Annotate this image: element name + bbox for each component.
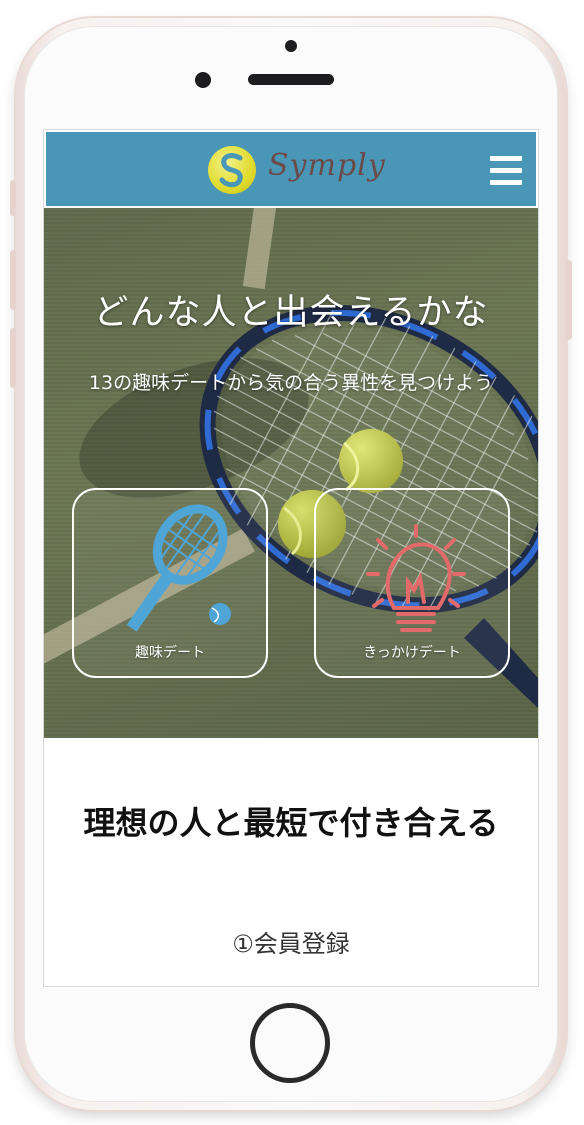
site-header: Symply — [44, 130, 538, 208]
hero-subtitle: 13の趣味デートから気の合う異性を見つけよう — [88, 372, 494, 394]
hobby-date-label: 趣味デート — [135, 645, 205, 661]
volume-up-button — [10, 250, 16, 310]
mute-switch — [10, 180, 16, 216]
hamburger-menu-icon[interactable] — [490, 156, 522, 186]
logo-mark-icon[interactable] — [208, 146, 256, 194]
volume-down-button — [10, 328, 16, 388]
earpiece-speaker — [248, 74, 334, 85]
phone-screen: Symply どんな人と出会えるかな 13の趣味デートから気の合う異性を見つけよ… — [44, 130, 538, 986]
section-title: 理想の人と最短で付き合える — [83, 804, 499, 842]
home-button[interactable] — [250, 1003, 330, 1083]
hobby-date-card[interactable]: 趣味デート — [72, 488, 268, 678]
trigger-date-card[interactable]: きっかけデート — [314, 488, 510, 678]
step-register: ①会員登録 — [232, 930, 350, 958]
trigger-date-label: きっかけデート — [363, 645, 461, 661]
hero-section: どんな人と出会えるかな 13の趣味デートから気の合う異性を見つけよう 趣味デート… — [44, 208, 538, 738]
front-camera — [195, 72, 211, 88]
power-button — [566, 260, 572, 340]
logo-text[interactable]: Symply — [268, 148, 386, 183]
proximity-sensor — [285, 40, 297, 52]
hero-title: どんな人と出会えるかな — [93, 293, 489, 333]
